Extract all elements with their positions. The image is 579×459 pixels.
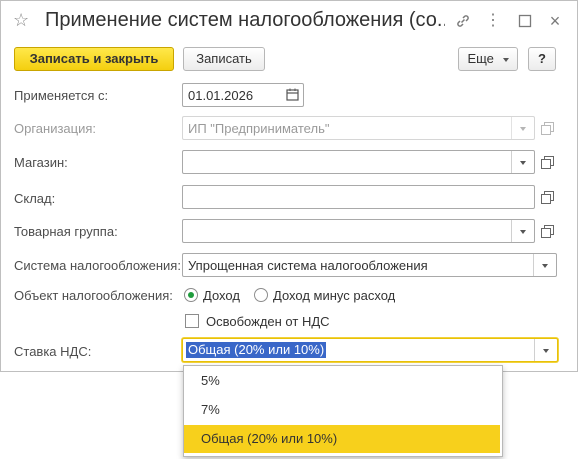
vat-exempt-label[interactable]: Освобожден от НДС bbox=[206, 314, 330, 329]
save-and-close-button[interactable]: Записать и закрыть bbox=[14, 47, 174, 71]
more-button-label: Еще bbox=[467, 51, 494, 66]
dropdown-option-label: 7% bbox=[201, 402, 220, 417]
more-button[interactable]: Еще bbox=[458, 47, 518, 71]
warehouse-label: Склад: bbox=[14, 191, 56, 206]
tax-system-label: Система налогообложения: bbox=[14, 258, 181, 273]
chevron-down-icon bbox=[502, 57, 509, 62]
warehouse-field[interactable] bbox=[182, 185, 535, 209]
vat-rate-label: Ставка НДС: bbox=[14, 344, 92, 359]
dropdown-option-general[interactable]: Общая (20% или 10%) bbox=[184, 425, 500, 453]
organization-open-icon bbox=[539, 120, 555, 136]
window-title: Применение систем налогообложения (со... bbox=[45, 9, 445, 31]
calendar-icon[interactable] bbox=[286, 88, 299, 104]
store-field[interactable] bbox=[182, 150, 535, 174]
help-button[interactable]: ? bbox=[528, 47, 556, 71]
radio-income-minus-expense[interactable] bbox=[254, 288, 268, 302]
product-group-dropdown-icon[interactable] bbox=[511, 220, 534, 242]
tax-system-value: Упрощенная система налогообложения bbox=[188, 258, 428, 273]
vat-rate-value: Общая (20% или 10%) bbox=[186, 342, 327, 358]
tax-object-label: Объект налогообложения: bbox=[14, 288, 173, 303]
vat-rate-dropdown-icon[interactable] bbox=[534, 339, 557, 361]
dropdown-option-label: Общая (20% или 10%) bbox=[201, 431, 338, 446]
save-button[interactable]: Записать bbox=[183, 47, 265, 71]
applies-from-label: Применяется с: bbox=[14, 88, 109, 103]
product-group-label: Товарная группа: bbox=[14, 224, 118, 239]
vat-exempt-checkbox[interactable] bbox=[185, 314, 199, 328]
product-group-field[interactable] bbox=[182, 219, 535, 243]
applies-from-value: 01.01.2026 bbox=[188, 88, 254, 103]
store-open-icon[interactable] bbox=[539, 154, 555, 170]
restore-icon[interactable] bbox=[515, 11, 535, 31]
radio-income-minus-expense-label[interactable]: Доход минус расход bbox=[273, 288, 395, 303]
close-icon[interactable]: × bbox=[545, 11, 565, 31]
organization-value: ИП "Предприниматель" bbox=[188, 121, 330, 136]
link-icon[interactable] bbox=[453, 11, 473, 31]
dropdown-option-label: 5% bbox=[201, 373, 220, 388]
store-dropdown-icon[interactable] bbox=[511, 151, 534, 173]
warehouse-open-icon[interactable] bbox=[539, 189, 555, 205]
more-icon[interactable]: ⋮ bbox=[483, 11, 503, 31]
tax-system-field[interactable]: Упрощенная система налогообложения bbox=[182, 253, 557, 277]
applies-from-field[interactable]: 01.01.2026 bbox=[182, 83, 304, 107]
organization-field: ИП "Предприниматель" bbox=[182, 116, 535, 140]
radio-income-label[interactable]: Доход bbox=[203, 288, 240, 303]
title-bar: ☆ Применение систем налогообложения (со.… bbox=[1, 1, 579, 41]
radio-selected-dot bbox=[188, 292, 194, 298]
dropdown-option-7[interactable]: 7% bbox=[184, 396, 500, 424]
dialog-window: ☆ Применение систем налогообложения (со.… bbox=[0, 0, 578, 372]
star-icon[interactable]: ☆ bbox=[13, 10, 29, 31]
vat-rate-dropdown-list: 5% 7% Общая (20% или 10%) bbox=[183, 365, 503, 457]
radio-income[interactable] bbox=[184, 288, 198, 302]
tax-system-dropdown-icon[interactable] bbox=[533, 254, 556, 276]
organization-dropdown-icon bbox=[511, 117, 534, 139]
product-group-open-icon[interactable] bbox=[539, 223, 555, 239]
dropdown-option-5[interactable]: 5% bbox=[184, 367, 500, 395]
organization-label: Организация: bbox=[14, 121, 97, 136]
vat-rate-field[interactable]: Общая (20% или 10%) bbox=[182, 338, 558, 362]
store-label: Магазин: bbox=[14, 155, 68, 170]
